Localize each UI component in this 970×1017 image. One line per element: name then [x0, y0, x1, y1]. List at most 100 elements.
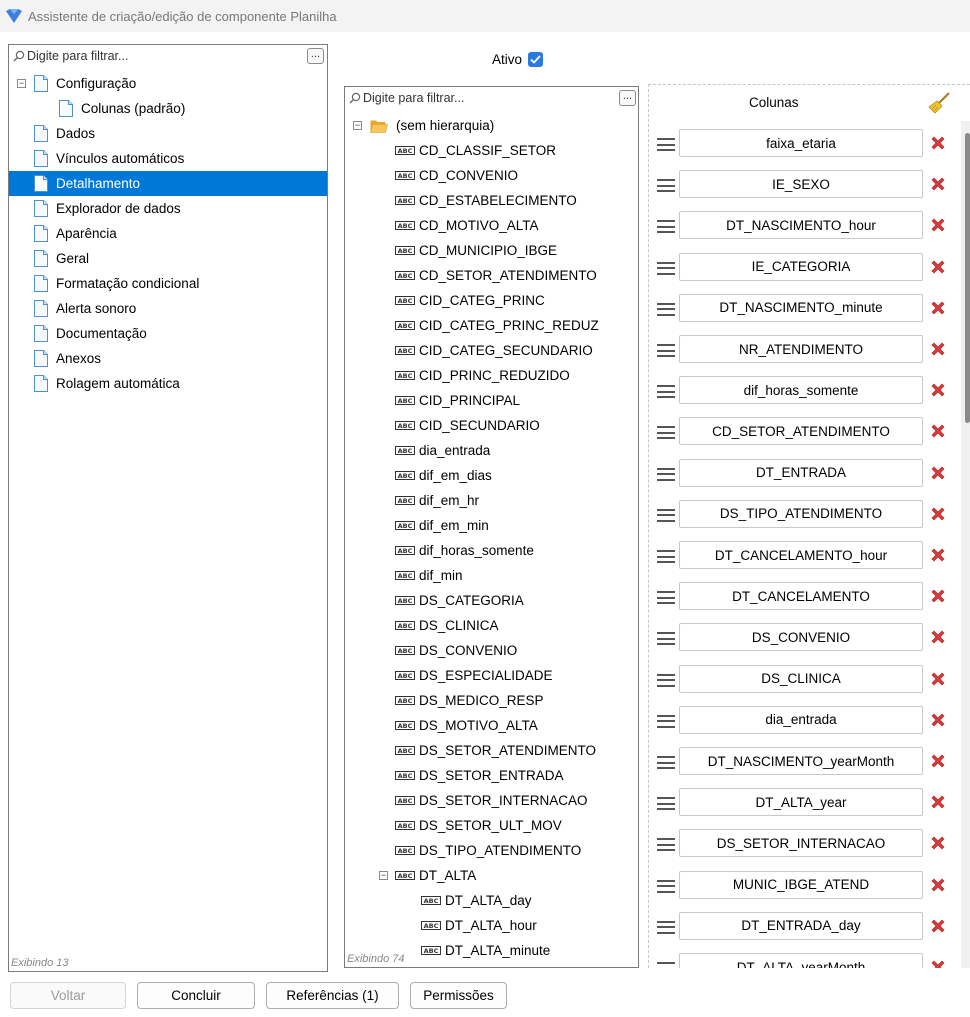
field-item[interactable]: ABC dif_min: [395, 563, 463, 588]
remove-column-icon[interactable]: [929, 464, 947, 482]
drag-handle-icon[interactable]: [657, 879, 675, 893]
tree-item-rolagem-autom-tica[interactable]: Rolagem automática: [34, 371, 180, 396]
remove-column-icon[interactable]: [929, 670, 947, 688]
column-name-field[interactable]: DS_SETOR_INTERNACAO: [679, 829, 923, 858]
column-name-field[interactable]: DT_NASCIMENTO_hour: [679, 211, 923, 240]
active-checkbox[interactable]: [528, 52, 544, 67]
field-item[interactable]: ABC CID_CATEG_PRINC: [395, 288, 545, 313]
drag-handle-icon[interactable]: [657, 838, 675, 852]
remove-column-icon[interactable]: [929, 752, 947, 770]
remove-column-icon[interactable]: [929, 793, 947, 811]
drag-handle-icon[interactable]: [657, 344, 675, 357]
field-item[interactable]: ABC DS_SETOR_ULT_MOV: [395, 813, 562, 838]
field-item[interactable]: ABC dif_em_min: [395, 513, 489, 538]
tree-item-detalhamento[interactable]: Detalhamento: [9, 171, 327, 196]
remove-column-icon[interactable]: [929, 216, 947, 234]
drag-handle-icon[interactable]: [657, 591, 675, 605]
section-filter-menu-button[interactable]: ...: [307, 48, 324, 64]
column-name-field[interactable]: DT_CANCELAMENTO_hour: [679, 541, 923, 569]
fields-filter-input[interactable]: Digite para filtrar...: [363, 91, 464, 105]
fields-filter[interactable]: Digite para filtrar... ...: [345, 87, 638, 109]
field-item[interactable]: ABC DS_CONVENIO: [395, 638, 517, 663]
drag-handle-icon[interactable]: [657, 714, 675, 728]
field-item[interactable]: ABC DS_SETOR_ATENDIMENTO: [395, 738, 596, 763]
drag-handle-icon[interactable]: [657, 261, 675, 275]
tree-item-anexos[interactable]: Anexos: [34, 346, 101, 371]
column-name-field[interactable]: DS_CONVENIO: [679, 623, 923, 652]
section-filter-input[interactable]: Digite para filtrar...: [27, 49, 128, 63]
tree-item-alerta-sonoro[interactable]: Alerta sonoro: [34, 296, 136, 321]
drag-handle-icon[interactable]: [657, 920, 675, 934]
drag-handle-icon[interactable]: [657, 756, 675, 769]
broom-icon[interactable]: [927, 91, 951, 115]
field-item[interactable]: ABC dif_em_dias: [395, 463, 492, 488]
remove-column-icon[interactable]: [929, 876, 947, 894]
remove-column-icon[interactable]: [929, 958, 947, 968]
drag-handle-icon[interactable]: [657, 797, 675, 811]
field-item[interactable]: ABC CD_CONVENIO: [395, 163, 518, 188]
tree-item-apar-ncia[interactable]: Aparência: [34, 221, 117, 246]
field-item[interactable]: ABC DS_MEDICO_RESP: [395, 688, 544, 713]
column-name-field[interactable]: DS_TIPO_ATENDIMENTO: [679, 499, 923, 528]
field-item[interactable]: ABC CID_CATEG_PRINC_REDUZ: [395, 313, 599, 338]
field-item[interactable]: ABC CID_SECUNDARIO: [395, 413, 540, 438]
field-item[interactable]: ABC CID_PRINCIPAL: [395, 388, 520, 413]
field-item[interactable]: ABC dif_horas_somente: [395, 538, 534, 563]
drag-handle-icon[interactable]: [657, 962, 675, 968]
remove-column-icon[interactable]: [929, 258, 947, 276]
column-name-field[interactable]: DT_ALTA_year: [679, 788, 923, 817]
drag-handle-icon[interactable]: [657, 508, 675, 522]
column-name-field[interactable]: DT_ENTRADA_day: [679, 911, 923, 940]
field-item[interactable]: ABC DS_SETOR_INTERNACAO: [395, 788, 588, 813]
collapse-toggle[interactable]: −: [379, 871, 388, 880]
column-name-field[interactable]: faixa_etaria: [679, 129, 923, 157]
field-item[interactable]: ABC CD_MOTIVO_ALTA: [395, 213, 539, 238]
column-name-field[interactable]: dia_entrada: [679, 705, 923, 734]
remove-column-icon[interactable]: [929, 917, 947, 935]
tree-root-no-hierarchy[interactable]: − (sem hierarquia): [353, 113, 494, 138]
references-button[interactable]: Referências (1): [266, 982, 399, 1009]
remove-column-icon[interactable]: [929, 546, 947, 564]
section-filter[interactable]: Digite para filtrar... ...: [9, 45, 327, 67]
back-button[interactable]: Voltar: [10, 982, 126, 1009]
field-item[interactable]: ABC CD_SETOR_ATENDIMENTO: [395, 263, 597, 288]
field-item-expanded[interactable]: − ABC DT_ALTA: [379, 863, 476, 888]
sub-field-item[interactable]: ABC DT_ALTA_day: [421, 888, 532, 913]
drag-handle-icon[interactable]: [657, 673, 675, 687]
drag-handle-icon[interactable]: [657, 550, 675, 563]
remove-column-icon[interactable]: [929, 587, 947, 605]
column-name-field[interactable]: CD_SETOR_ATENDIMENTO: [679, 417, 923, 446]
remove-column-icon[interactable]: [929, 299, 947, 317]
permissions-button[interactable]: Permissões: [410, 982, 507, 1009]
field-item[interactable]: ABC DS_ESPECIALIDADE: [395, 663, 553, 688]
remove-column-icon[interactable]: [929, 711, 947, 729]
tree-item-documenta-o[interactable]: Documentação: [34, 321, 147, 346]
drag-handle-icon[interactable]: [657, 302, 675, 316]
column-name-field[interactable]: DT_NASCIMENTO_yearMonth: [679, 747, 923, 775]
field-item[interactable]: ABC dia_entrada: [395, 438, 490, 463]
drag-handle-icon[interactable]: [657, 220, 675, 234]
field-item[interactable]: ABC dif_em_hr: [395, 488, 479, 513]
remove-column-icon[interactable]: [929, 422, 947, 440]
column-name-field[interactable]: dif_horas_somente: [679, 376, 923, 405]
drag-handle-icon[interactable]: [657, 385, 675, 399]
tree-item-formata-o-condicional[interactable]: Formatação condicional: [34, 271, 199, 296]
active-toggle[interactable]: Ativo: [492, 52, 544, 67]
column-name-field[interactable]: IE_CATEGORIA: [679, 252, 923, 281]
column-name-field[interactable]: NR_ATENDIMENTO: [679, 335, 923, 363]
field-item[interactable]: ABC CID_PRINC_REDUZIDO: [395, 363, 570, 388]
sub-field-item[interactable]: ABC DT_ALTA_minute: [421, 938, 550, 963]
field-item[interactable]: ABC DS_TIPO_ATENDIMENTO: [395, 838, 581, 863]
field-item[interactable]: ABC DS_SETOR_ENTRADA: [395, 763, 564, 788]
drag-handle-icon[interactable]: [657, 179, 675, 193]
column-name-field[interactable]: DT_ENTRADA: [679, 458, 923, 487]
tree-item-geral[interactable]: Geral: [34, 246, 89, 271]
remove-column-icon[interactable]: [929, 381, 947, 399]
collapse-toggle[interactable]: −: [17, 79, 26, 88]
column-name-field[interactable]: DT_ALTA_yearMonth: [679, 953, 923, 968]
field-item[interactable]: ABC DS_CLINICA: [395, 613, 499, 638]
field-item[interactable]: ABC DS_CATEGORIA: [395, 588, 524, 613]
columns-scrollbar-thumb[interactable]: [965, 133, 970, 423]
field-item[interactable]: ABC CD_ESTABELECIMENTO: [395, 188, 577, 213]
drag-handle-icon[interactable]: [657, 426, 675, 440]
